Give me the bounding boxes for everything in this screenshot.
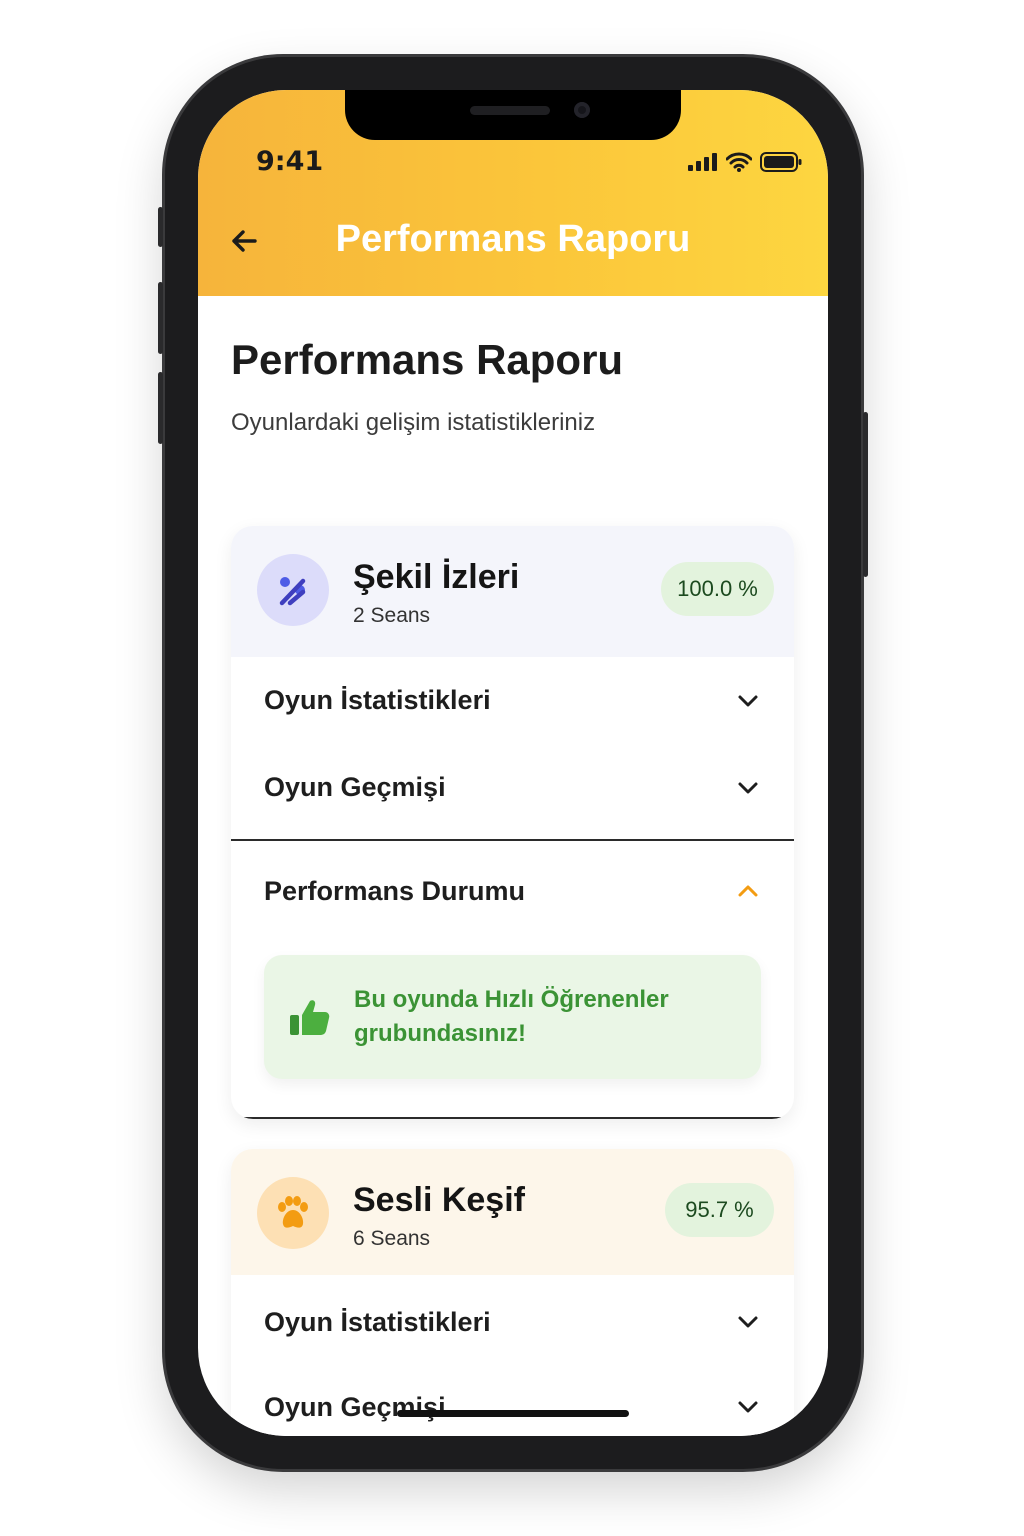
row-oyun-istatistikleri[interactable]: Oyun İstatistikleri bbox=[231, 657, 794, 744]
mute-switch bbox=[158, 207, 163, 247]
status-icons bbox=[688, 152, 802, 172]
wifi-icon bbox=[726, 152, 752, 172]
app-bar: 9:41 Performans Raporu bbox=[198, 90, 828, 296]
game-card-sesli-kesif: Sesli Keşif 6 Seans 95.7 % Oyun İstatist… bbox=[231, 1149, 794, 1436]
chevron-down-icon bbox=[738, 1316, 758, 1328]
power-button bbox=[863, 412, 868, 577]
paw-icon bbox=[257, 1177, 329, 1249]
notch bbox=[345, 90, 681, 140]
game-card-header[interactable]: Sesli Keşif 6 Seans 95.7 % bbox=[231, 1149, 794, 1275]
score-badge: 100.0 % bbox=[661, 562, 774, 616]
row-label: Oyun İstatistikleri bbox=[264, 1306, 491, 1337]
app-bar-title: Performans Raporu bbox=[335, 218, 691, 260]
chevron-down-icon bbox=[738, 1401, 758, 1413]
page-subtitle: Oyunlardaki gelişim istatistikleriniz bbox=[231, 409, 596, 436]
front-camera bbox=[574, 102, 590, 118]
status-time: 9:41 bbox=[256, 146, 324, 177]
card-bottom-border bbox=[237, 1117, 788, 1119]
speaker bbox=[470, 106, 550, 115]
performance-note-text: Bu oyunda Hızlı Öğrenenler grubundasınız… bbox=[354, 986, 669, 1047]
row-label: Oyun Geçmişi bbox=[264, 1391, 446, 1422]
game-card-header[interactable]: Şekil İzleri 2 Seans 100.0 % bbox=[231, 526, 794, 657]
signal-icon bbox=[688, 153, 717, 171]
screen: 9:41 Performans Raporu Performans Raporu… bbox=[198, 90, 828, 1436]
row-label: Performans Durumu bbox=[264, 875, 526, 906]
row-oyun-istatistikleri[interactable]: Oyun İstatistikleri bbox=[231, 1275, 794, 1369]
percent-dots-icon bbox=[257, 554, 329, 626]
home-indicator[interactable] bbox=[397, 1410, 629, 1417]
thumbs-up-icon bbox=[290, 1000, 330, 1035]
row-oyun-gecmisi[interactable]: Oyun Geçmişi bbox=[231, 1369, 794, 1436]
battery-icon bbox=[760, 152, 802, 172]
performance-note: Bu oyunda Hızlı Öğrenenler grubundasınız… bbox=[264, 955, 761, 1079]
phone-frame: 9:41 Performans Raporu Performans Raporu… bbox=[158, 57, 868, 1469]
game-name: Şekil İzleri bbox=[353, 558, 520, 596]
row-oyun-gecmisi[interactable]: Oyun Geçmişi bbox=[231, 744, 794, 831]
game-name: Sesli Keşif bbox=[353, 1181, 525, 1219]
row-performans-durumu[interactable]: Performans Durumu bbox=[231, 841, 794, 941]
game-sessions: 6 Seans bbox=[353, 1227, 431, 1250]
game-card-sekil-izleri: Şekil İzleri 2 Seans 100.0 % Oyun İstati… bbox=[231, 526, 794, 1119]
row-label: Oyun Geçmişi bbox=[264, 772, 446, 802]
chevron-down-icon bbox=[738, 782, 758, 793]
volume-up-button bbox=[158, 282, 163, 354]
chevron-down-icon bbox=[738, 695, 758, 706]
page-title: Performans Raporu bbox=[231, 336, 624, 383]
row-label: Oyun İstatistikleri bbox=[264, 685, 491, 715]
chevron-up-icon bbox=[738, 885, 758, 897]
game-sessions: 2 Seans bbox=[353, 604, 431, 627]
volume-down-button bbox=[158, 372, 163, 444]
score-badge: 95.7 % bbox=[665, 1183, 774, 1237]
